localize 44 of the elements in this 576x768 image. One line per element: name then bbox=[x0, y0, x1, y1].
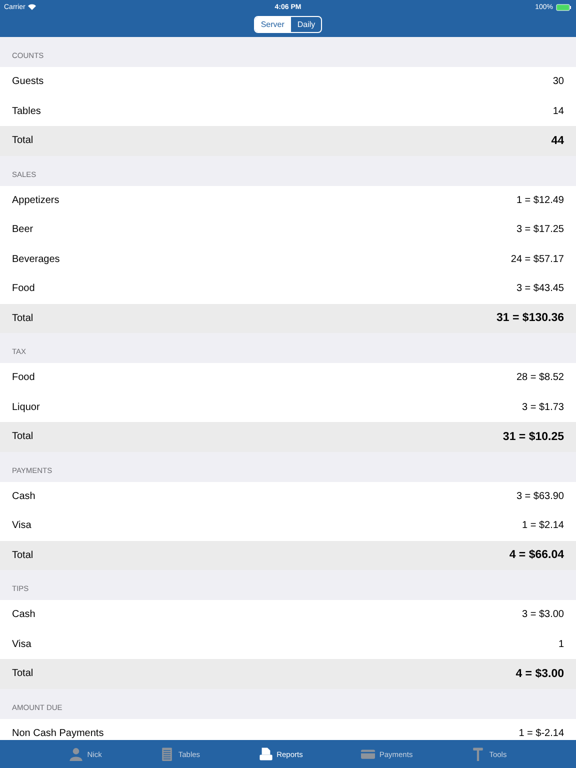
row-label: Visa bbox=[12, 520, 32, 532]
row-value: 28 = $8.52 bbox=[516, 372, 564, 384]
row-value: 4 = $66.04 bbox=[509, 549, 564, 562]
row-label: Visa bbox=[12, 638, 32, 650]
row-value: 3 = $63.90 bbox=[516, 490, 564, 502]
row-value: 4 = $3.00 bbox=[516, 668, 564, 680]
row-value: 3 = $17.25 bbox=[516, 224, 564, 236]
notepad-icon bbox=[160, 747, 174, 761]
row-value: 3 = $1.73 bbox=[522, 402, 564, 413]
row-label: Beer bbox=[12, 224, 34, 236]
row-value: 31 = $10.25 bbox=[502, 430, 564, 443]
row-value: 1 = $2.14 bbox=[522, 520, 564, 532]
row-label: Beverages bbox=[12, 254, 60, 265]
row-value: 31 = $130.36 bbox=[496, 312, 564, 324]
card-icon bbox=[361, 747, 376, 761]
row-label: Cash bbox=[12, 609, 36, 620]
segment-tab[interactable]: Server bbox=[254, 17, 290, 32]
row-value: 24 = $57.17 bbox=[510, 254, 564, 265]
row-label: Total bbox=[12, 668, 34, 680]
row-label: Appetizers bbox=[12, 194, 60, 206]
wifi-icon bbox=[28, 4, 36, 10]
row-value: 1 bbox=[558, 638, 564, 650]
row-label: Tables bbox=[12, 106, 41, 117]
row-label: Food bbox=[12, 283, 35, 294]
printer-icon bbox=[258, 747, 273, 761]
row-label: Food bbox=[12, 372, 35, 384]
row-value: 3 = $3.00 bbox=[522, 609, 564, 620]
battery-icon bbox=[556, 4, 572, 10]
row-value: 1 = $12.49 bbox=[516, 194, 564, 206]
row-label: Total bbox=[12, 431, 34, 442]
row-label: Non Cash Payments bbox=[12, 728, 104, 739]
segment-tab[interactable]: Daily bbox=[290, 17, 322, 32]
row-value: 3 = $43.45 bbox=[516, 283, 564, 294]
row-label: Liquor bbox=[12, 402, 40, 413]
person-icon bbox=[69, 747, 84, 761]
row-label: Total bbox=[12, 312, 34, 324]
row-label: Total bbox=[12, 135, 34, 146]
row-label: Guests bbox=[12, 76, 44, 88]
row-label: Total bbox=[12, 550, 34, 561]
row-value: 1 = $-2.14 bbox=[518, 728, 564, 739]
row-value: 30 bbox=[552, 76, 564, 88]
row-value: 44 bbox=[551, 134, 564, 147]
row-value: 14 bbox=[552, 106, 564, 117]
row-label: Cash bbox=[12, 490, 36, 502]
